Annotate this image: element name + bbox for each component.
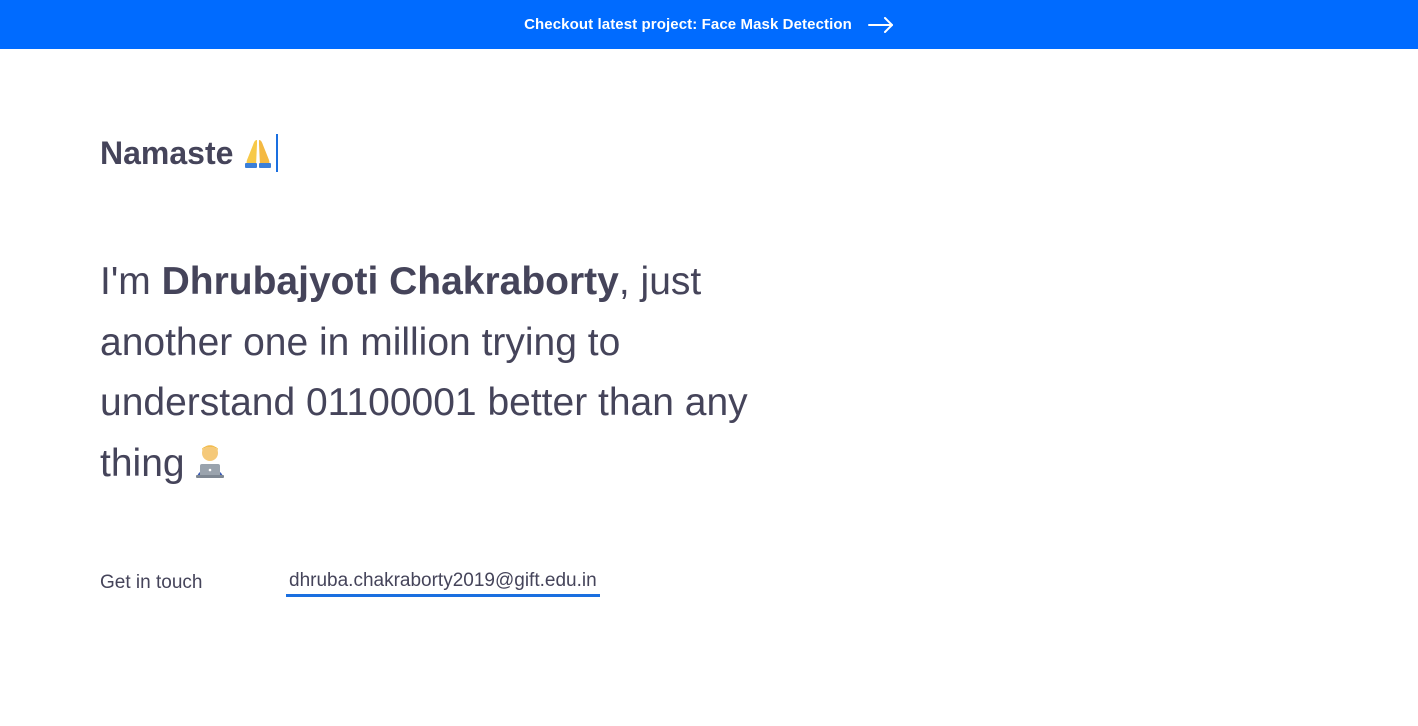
arrow-right-icon (867, 16, 894, 33)
contact-label: Get in touch (100, 572, 203, 593)
typing-caret (276, 134, 279, 172)
intro-name: Dhrubajyoti Chakraborty (161, 260, 619, 303)
email-link[interactable]: dhruba.chakraborty2019@gift.edu.in (286, 570, 600, 597)
intro-paragraph: I'm Dhrubajyoti Chakraborty, just anothe… (100, 252, 790, 494)
folded-hands-emoji (241, 136, 275, 170)
greeting-text: Namaste (100, 134, 234, 171)
technologist-emoji (191, 438, 229, 478)
latest-project-banner[interactable]: Checkout latest project: Face Mask Detec… (0, 0, 1418, 49)
banner-text: Checkout latest project: Face Mask Detec… (524, 16, 852, 33)
greeting-heading: Namaste (100, 130, 279, 176)
intro-prefix: I'm (100, 260, 162, 303)
